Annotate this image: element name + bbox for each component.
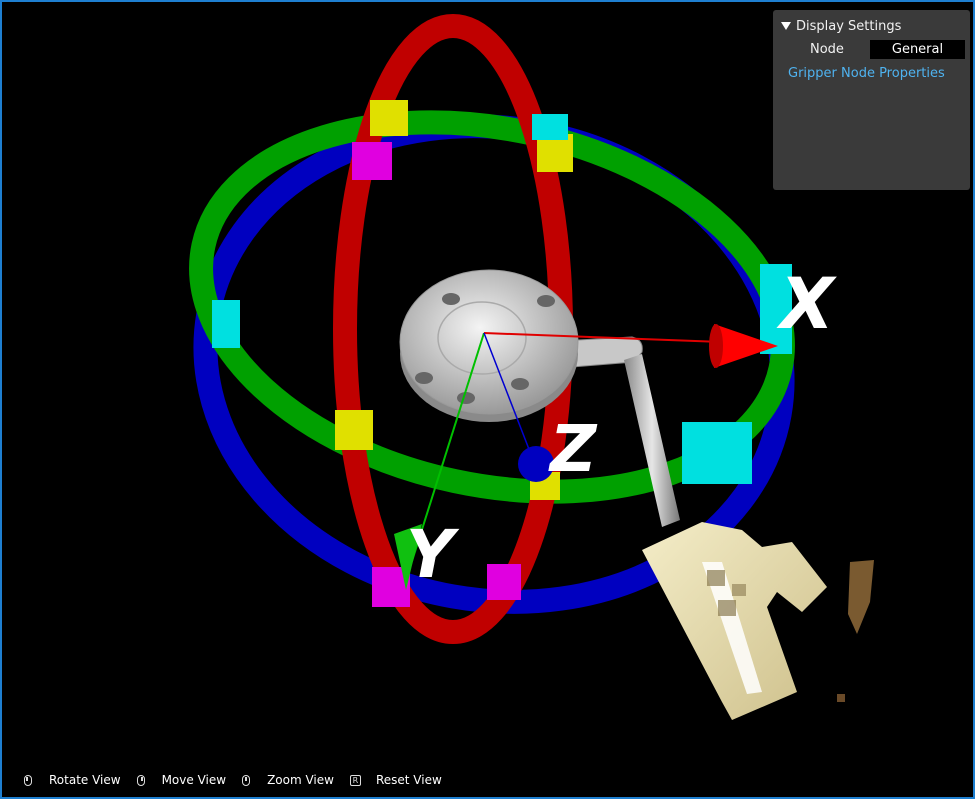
- right-mouse-icon: [136, 774, 145, 786]
- display-settings-header[interactable]: Display Settings: [781, 17, 901, 35]
- rotate-view-label: Rotate View: [49, 773, 121, 787]
- z-axis-label: Z: [548, 413, 598, 487]
- zoom-view-hint: Zoom View: [242, 773, 334, 787]
- node-dropdown[interactable]: General: [870, 40, 965, 59]
- zoom-view-label: Zoom View: [267, 773, 334, 787]
- x-axis-arrow-base: [709, 324, 723, 368]
- reset-view-hint: R Reset View: [349, 773, 442, 787]
- ring-overlap-cyan: [532, 114, 568, 140]
- node-label: Node: [810, 42, 844, 57]
- ring-overlap-yellow: [335, 410, 373, 450]
- move-view-label: Move View: [161, 773, 227, 787]
- flange-bolt-hole: [415, 372, 433, 384]
- flange-bolt-hole: [537, 295, 555, 307]
- rotate-view-hint: Rotate View: [24, 773, 121, 787]
- x-axis-label: X: [776, 263, 837, 345]
- move-view-hint: Move View: [136, 773, 227, 787]
- gripper-node-properties-link[interactable]: Gripper Node Properties: [788, 66, 945, 81]
- ring-overlap-magenta: [352, 142, 392, 180]
- flange-bolt-hole: [457, 392, 475, 404]
- node-row: Node General: [773, 40, 970, 60]
- flange-bolt-hole: [442, 293, 460, 305]
- collapse-triangle-icon[interactable]: [781, 22, 791, 30]
- flange-bolt-hole: [511, 378, 529, 390]
- ring-overlap-yellow: [370, 100, 408, 136]
- ring-overlap-cyan: [682, 422, 752, 484]
- y-axis-label: Y: [406, 516, 460, 593]
- pipe-fitting-point-cloud: [642, 522, 874, 720]
- middle-mouse-icon: [242, 774, 251, 786]
- display-settings-title: Display Settings: [796, 18, 902, 34]
- reset-view-label: Reset View: [375, 773, 442, 787]
- flange-face: [399, 269, 579, 415]
- left-mouse-icon: [24, 774, 32, 786]
- ring-overlap-magenta: [487, 564, 521, 600]
- z-axis-sphere-handle[interactable]: [518, 446, 554, 482]
- 3d-viewport[interactable]: X Y Z Display Settings Node General Grip…: [0, 0, 975, 799]
- ring-overlap-cyan: [212, 300, 240, 348]
- display-settings-panel: Display Settings Node General Gripper No…: [773, 10, 970, 190]
- navigation-hint-bar: Rotate View Move View Zoom View R Reset …: [24, 771, 458, 789]
- gripper-rod: [624, 354, 680, 527]
- r-key-icon: R: [349, 774, 361, 786]
